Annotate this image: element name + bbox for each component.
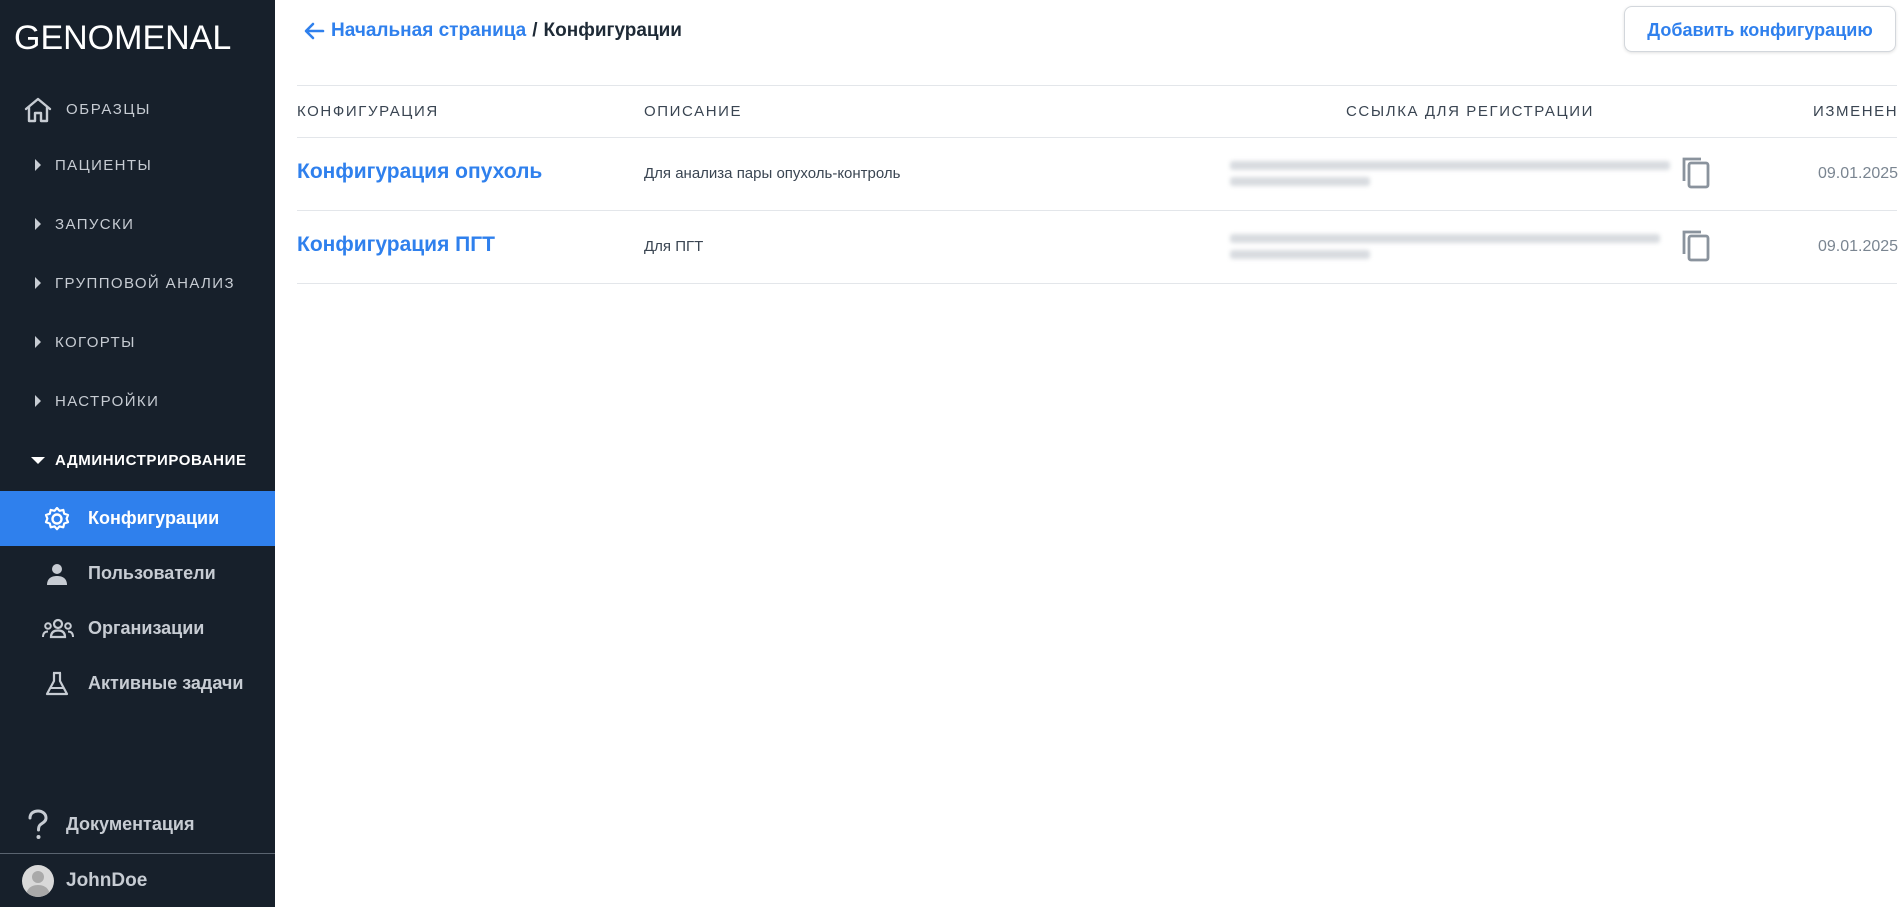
sidebar-item-label: Организации	[88, 618, 205, 638]
sidebar: GENOMENAL ОБРАЗЦЫ ПАЦИЕНТЫ ЗАПУСКИ ГРУПП…	[0, 0, 275, 907]
column-header-description: ОПИСАНИЕ	[644, 103, 743, 120]
sidebar-item-label: Конфигурации	[88, 508, 220, 528]
nav-group-label: КОГОРТЫ	[55, 334, 136, 351]
row-divider	[297, 210, 1897, 211]
help-icon	[28, 809, 48, 839]
nav-group-patients[interactable]: ПАЦИЕНТЫ	[0, 146, 275, 186]
column-header-modified: ИЗМЕНЕН	[1813, 103, 1899, 120]
group-icon	[42, 618, 74, 639]
registration-link-blurred	[1230, 155, 1670, 191]
caret-right-icon	[35, 218, 41, 230]
table-header-divider	[297, 137, 1897, 138]
nav-group-label: АДМИНИСТРИРОВАНИЕ	[55, 452, 247, 469]
caret-right-icon	[35, 277, 41, 289]
configuration-description: Для ПГТ	[644, 238, 704, 255]
modified-date: 09.01.2025	[1818, 238, 1899, 255]
breadcrumb-home-link[interactable]: Начальная страница	[331, 20, 526, 42]
user-menu[interactable]: JohnDoe	[0, 862, 275, 902]
modified-date: 09.01.2025	[1818, 165, 1899, 182]
column-header-configuration: КОНФИГУРАЦИЯ	[297, 103, 439, 120]
person-icon	[47, 564, 67, 585]
configuration-name-link[interactable]: Конфигурация ПГТ	[297, 233, 495, 257]
caret-right-icon	[35, 159, 41, 171]
sidebar-item-configurations[interactable]: Конфигурации	[0, 491, 275, 546]
caret-right-icon	[35, 336, 41, 348]
nav-group-administration[interactable]: АДМИНИСТРИРОВАНИЕ	[0, 441, 275, 481]
caret-down-icon	[31, 457, 45, 464]
nav-group-group-analysis[interactable]: ГРУППОВОЙ АНАЛИЗ	[0, 264, 275, 304]
home-icon	[24, 97, 52, 123]
sidebar-item-organizations[interactable]: Организации	[0, 601, 275, 656]
gear-icon	[44, 506, 70, 531]
sidebar-item-label: Пользователи	[88, 563, 216, 583]
copy-icon[interactable]	[1679, 228, 1713, 264]
sidebar-item-label: Активные задачи	[88, 673, 244, 693]
registration-link-blurred	[1230, 228, 1670, 264]
sidebar-item-users[interactable]: Пользователи	[0, 546, 275, 601]
avatar-icon	[22, 865, 54, 897]
arrow-left-icon[interactable]	[303, 22, 325, 40]
sidebar-item-label: Документация	[66, 814, 195, 834]
nav-group-runs[interactable]: ЗАПУСКИ	[0, 205, 275, 245]
nav-group-cohorts[interactable]: КОГОРТЫ	[0, 323, 275, 363]
sidebar-divider	[0, 853, 275, 854]
caret-right-icon	[35, 395, 41, 407]
configuration-name-link[interactable]: Конфигурация опухоль	[297, 160, 542, 184]
configuration-description: Для анализа пары опухоль-контроль	[644, 165, 901, 182]
table-top-divider	[297, 85, 1897, 86]
nav-item-label: ОБРАЗЦЫ	[66, 101, 151, 118]
app-logo[interactable]: GENOMENAL	[14, 16, 231, 60]
nav-item-samples[interactable]: ОБРАЗЦЫ	[0, 90, 275, 130]
row-divider	[297, 283, 1897, 284]
copy-icon[interactable]	[1679, 155, 1713, 191]
nav-group-label: ЗАПУСКИ	[55, 216, 135, 233]
nav-group-label: ГРУППОВОЙ АНАЛИЗ	[55, 275, 235, 292]
sidebar-item-active-tasks[interactable]: Активные задачи	[0, 656, 275, 711]
nav-group-label: НАСТРОЙКИ	[55, 393, 160, 410]
breadcrumb-separator: /	[532, 20, 538, 41]
column-header-registration-link: ССЫЛКА ДЛЯ РЕГИСТРАЦИИ	[1346, 103, 1594, 120]
breadcrumb-current: Конфигурации	[543, 20, 682, 41]
user-name: JohnDoe	[66, 870, 148, 891]
nav-group-label: ПАЦИЕНТЫ	[55, 157, 153, 174]
flask-icon	[45, 671, 69, 696]
breadcrumb: Начальная страница / Конфигурации	[303, 18, 682, 44]
sidebar-item-documentation[interactable]: Документация	[0, 805, 275, 845]
add-configuration-button[interactable]: Добавить конфигурацию	[1624, 6, 1896, 52]
nav-group-settings[interactable]: НАСТРОЙКИ	[0, 382, 275, 422]
